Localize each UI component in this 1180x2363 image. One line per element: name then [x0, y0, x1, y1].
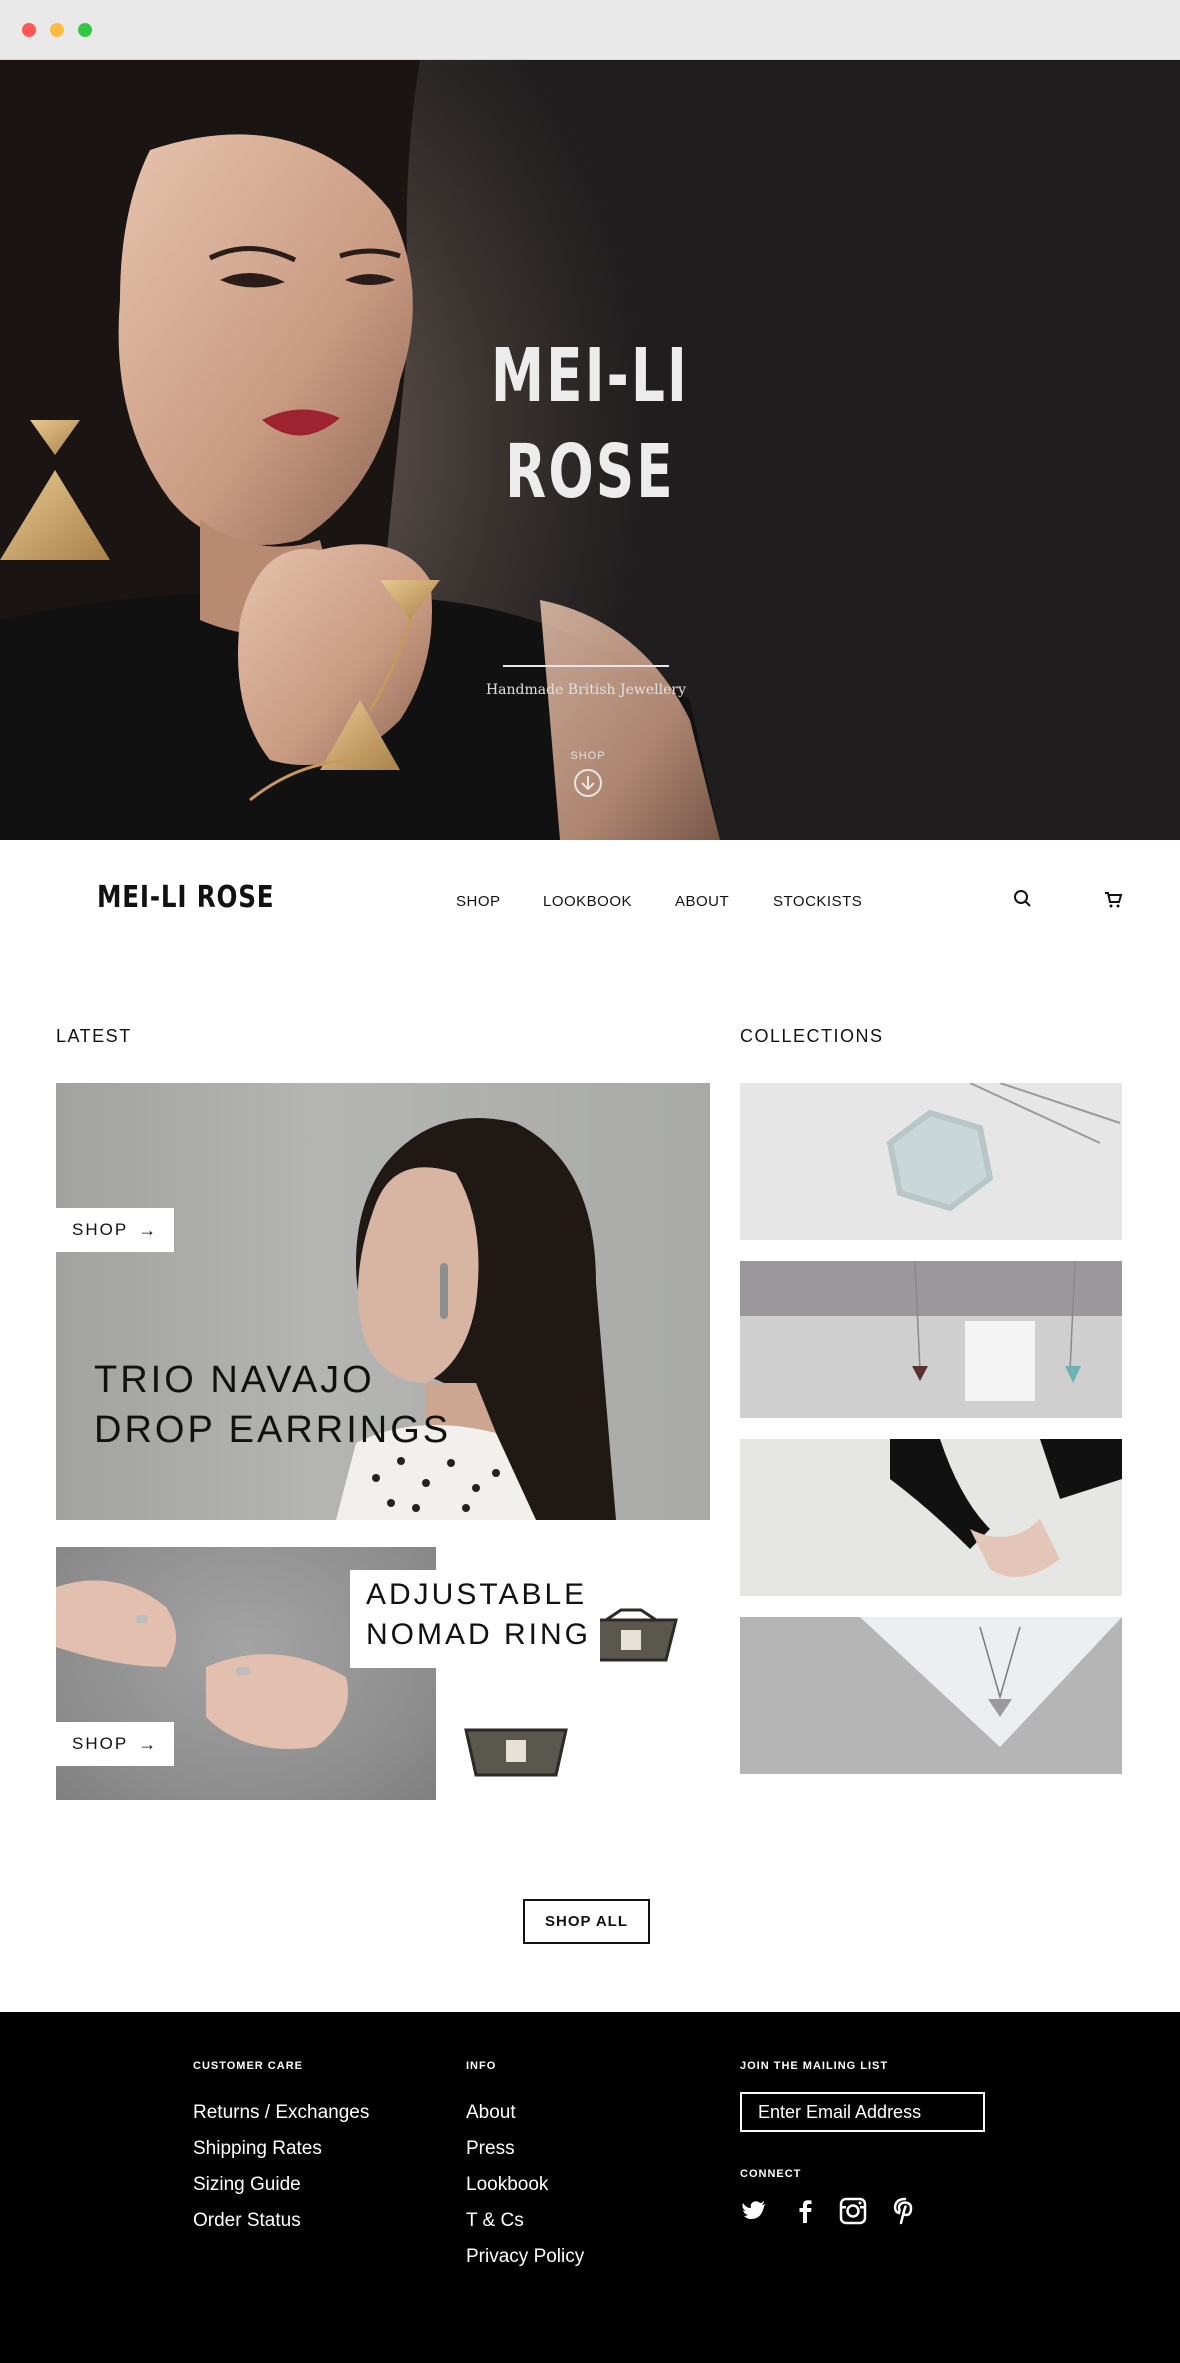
footer-link-about[interactable]: About — [466, 2095, 584, 2131]
email-field[interactable] — [740, 2092, 985, 2132]
window-titlebar — [0, 0, 1180, 60]
collection-tile-1[interactable] — [740, 1083, 1122, 1240]
hero-banner: MEI-LI ROSE Handmade British Jewellery S… — [0, 60, 1180, 840]
trio-shop-button[interactable]: SHOP → — [56, 1208, 175, 1252]
main-nav: MEI-LI ROSE SHOP LOOKBOOK ABOUT STOCKIST… — [0, 840, 1180, 960]
customer-care-heading: CUSTOMER CARE — [193, 2060, 303, 2072]
nomad-shop-label: SHOP — [72, 1734, 129, 1753]
nomad-shop-button[interactable]: SHOP → — [56, 1722, 175, 1766]
arrow-down-circle-icon[interactable] — [573, 768, 603, 798]
collection-necklaces-image — [912, 1261, 1081, 1401]
search-icon[interactable] — [1012, 888, 1034, 910]
arrow-right-icon: → — [138, 1219, 159, 1240]
shop-all-button[interactable]: SHOP ALL — [523, 1899, 650, 1944]
trio-shop-label: SHOP — [72, 1220, 129, 1239]
customer-care-list: Returns / Exchanges Shipping Rates Sizin… — [193, 2095, 369, 2239]
pinterest-icon[interactable] — [890, 2196, 920, 2226]
trio-title: TRIO NAVAJO DROP EARRINGS — [94, 1355, 451, 1455]
footer-link-returns[interactable]: Returns / Exchanges — [193, 2095, 369, 2131]
footer-link-sizing[interactable]: Sizing Guide — [193, 2167, 369, 2203]
site-footer — [0, 2012, 1180, 2363]
footer-link-privacy[interactable]: Privacy Policy — [466, 2239, 584, 2275]
nomad-title-line2: NOMAD RING — [366, 1618, 591, 1651]
footer-link-order-status[interactable]: Order Status — [193, 2203, 369, 2239]
hero-title-line2: ROSE — [505, 429, 675, 515]
nav-link-stockists[interactable]: STOCKISTS — [773, 893, 862, 910]
connect-heading: CONNECT — [740, 2168, 802, 2180]
collection-tile-4[interactable] — [740, 1617, 1122, 1774]
info-heading: INFO — [466, 2060, 497, 2072]
nav-link-lookbook[interactable]: LOOKBOOK — [543, 893, 632, 910]
nomad-title-line1: ADJUSTABLE — [366, 1578, 588, 1611]
footer-link-shipping[interactable]: Shipping Rates — [193, 2131, 369, 2167]
mailing-list-heading: JOIN THE MAILING LIST — [740, 2060, 889, 2072]
nav-link-about[interactable]: ABOUT — [675, 893, 729, 910]
site-logo[interactable]: MEI-LI ROSE — [97, 880, 274, 915]
collection-hands-image — [890, 1439, 1122, 1577]
twitter-icon[interactable] — [740, 2196, 770, 2226]
instagram-icon[interactable] — [838, 2196, 868, 2226]
hero-divider — [503, 665, 669, 667]
collection-tile-3[interactable] — [740, 1439, 1122, 1596]
hero-title: MEI-LI ROSE — [482, 328, 698, 520]
info-list: About Press Lookbook T & Cs Privacy Poli… — [466, 2095, 584, 2275]
hero-tagline: Handmade British Jewellery — [485, 682, 687, 698]
nomad-title: ADJUSTABLE NOMAD RING — [366, 1575, 591, 1655]
collection-tile-2[interactable] — [740, 1261, 1122, 1418]
trio-title-line2: DROP EARRINGS — [94, 1409, 452, 1451]
footer-link-lookbook[interactable]: Lookbook — [466, 2167, 584, 2203]
collections-heading: COLLECTIONS — [740, 1026, 884, 1046]
collection-triangle-image — [860, 1617, 1122, 1747]
minimize-window-button[interactable] — [50, 23, 64, 37]
facebook-icon[interactable] — [790, 2196, 820, 2226]
collection-hexagon-image — [886, 1083, 1121, 1212]
cart-icon[interactable] — [1102, 888, 1124, 910]
latest-heading: LATEST — [56, 1026, 132, 1046]
arrow-right-icon: → — [138, 1733, 159, 1754]
nav-link-shop[interactable]: SHOP — [456, 893, 501, 910]
hero-shop-label[interactable]: SHOP — [560, 750, 616, 762]
footer-link-press[interactable]: Press — [466, 2131, 584, 2167]
hero-title-line1: MEI-LI — [490, 333, 690, 419]
trio-title-line1: TRIO NAVAJO — [94, 1359, 375, 1401]
close-window-button[interactable] — [22, 23, 36, 37]
footer-link-tcs[interactable]: T & Cs — [466, 2203, 584, 2239]
maximize-window-button[interactable] — [78, 23, 92, 37]
